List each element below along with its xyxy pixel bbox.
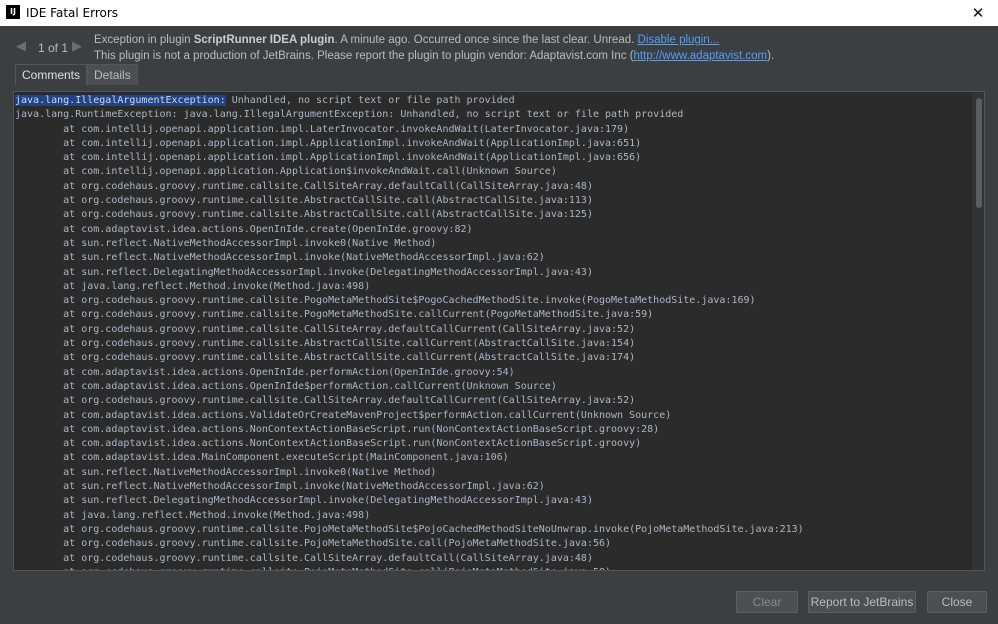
vendor-website-link[interactable]: http://www.adaptavist.com — [634, 50, 768, 62]
stack-trace-text[interactable]: java.lang.IllegalArgumentException: Unha… — [14, 94, 970, 570]
trace-line: at com.adaptavist.idea.actions.NonContex… — [15, 438, 642, 450]
trace-line: at sun.reflect.DelegatingMethodAccessorI… — [15, 495, 593, 507]
plugin-name: ScriptRunner IDEA plugin — [193, 34, 335, 46]
error-summary-suffix: . A minute ago. Occurred once since the … — [334, 34, 638, 46]
trace-line: at com.adaptavist.idea.MainComponent.exe… — [15, 452, 509, 464]
stack-trace-panel[interactable]: java.lang.IllegalArgumentException: Unha… — [13, 91, 985, 571]
trace-line: at sun.reflect.NativeMethodAccessorImpl.… — [15, 237, 437, 249]
next-error-arrow-icon[interactable]: ▶ — [72, 40, 82, 54]
selected-exception-text[interactable]: java.lang.IllegalArgumentException: — [15, 95, 226, 106]
clear-button[interactable]: Clear — [736, 591, 798, 613]
trace-line: at org.codehaus.groovy.runtime.callsite.… — [15, 323, 636, 335]
detail-tabs: Comments Details — [15, 64, 138, 85]
title-bar: IJ IDE Fatal Errors ✕ — [0, 0, 998, 26]
vendor-info-prefix: This plugin is not a production of JetBr… — [94, 50, 634, 62]
trace-line: at com.intellij.openapi.application.impl… — [15, 152, 642, 164]
trace-line: at org.codehaus.groovy.runtime.callsite.… — [15, 309, 654, 321]
tab-details[interactable]: Details — [87, 64, 138, 85]
vertical-scrollbar[interactable] — [972, 92, 984, 570]
trace-line: at org.codehaus.groovy.runtime.callsite.… — [15, 195, 593, 207]
trace-line: at java.lang.reflect.Method.invoke(Metho… — [15, 280, 371, 292]
error-counter: 1 of 1 — [38, 41, 69, 55]
trace-line: at com.adaptavist.idea.actions.OpenInIde… — [15, 223, 473, 235]
trace-line: at com.adaptavist.idea.actions.OpenInIde… — [15, 380, 557, 392]
exception-message: Unhandled, no script text or file path p… — [225, 95, 515, 106]
scrollbar-thumb[interactable] — [976, 98, 982, 208]
window-title: IDE Fatal Errors — [26, 6, 119, 20]
report-to-jetbrains-button[interactable]: Report to JetBrains — [808, 591, 916, 613]
trace-line: at org.codehaus.groovy.runtime.callsite.… — [15, 338, 636, 350]
tab-comments[interactable]: Comments — [15, 64, 88, 85]
intellij-app-icon: IJ — [6, 5, 20, 19]
trace-line: at com.adaptavist.idea.actions.NonContex… — [15, 423, 660, 435]
trace-line: at com.intellij.openapi.application.impl… — [15, 123, 630, 135]
trace-line: at com.intellij.openapi.application.impl… — [15, 137, 642, 149]
trace-line: at sun.reflect.DelegatingMethodAccessorI… — [15, 266, 593, 278]
trace-line: at org.codehaus.groovy.runtime.callsite.… — [15, 538, 612, 550]
trace-line: java.lang.RuntimeException: java.lang.Il… — [15, 109, 684, 121]
vendor-info-line: This plugin is not a production of JetBr… — [94, 50, 774, 62]
trace-line: at sun.reflect.NativeMethodAccessorImpl.… — [15, 481, 545, 493]
trace-line: at com.intellij.openapi.application.Appl… — [15, 166, 557, 178]
disable-plugin-link[interactable]: Disable plugin... — [638, 34, 720, 46]
close-button[interactable]: Close — [927, 591, 987, 613]
trace-line: at org.codehaus.groovy.runtime.callsite.… — [15, 552, 593, 564]
vendor-info-suffix: ). — [767, 50, 775, 62]
trace-line: at java.lang.reflect.Method.invoke(Metho… — [15, 509, 371, 521]
trace-line: java.lang.IllegalArgumentException: Unha… — [15, 94, 970, 108]
trace-line: at org.codehaus.groovy.runtime.callsite.… — [15, 180, 593, 192]
trace-line: at org.codehaus.groovy.runtime.callsite.… — [15, 395, 636, 407]
trace-line: at org.codehaus.groovy.runtime.callsite.… — [15, 352, 636, 364]
trace-line: at org.codehaus.groovy.runtime.callsite.… — [15, 566, 970, 570]
trace-line: at org.codehaus.groovy.runtime.callsite.… — [15, 523, 804, 535]
trace-line: at org.codehaus.groovy.runtime.callsite.… — [15, 295, 756, 307]
error-summary-line: Exception in plugin ScriptRunner IDEA pl… — [94, 34, 719, 46]
window-close-icon[interactable]: ✕ — [968, 3, 988, 23]
trace-line: at com.adaptavist.idea.actions.ValidateO… — [15, 409, 672, 421]
previous-error-arrow-icon[interactable]: ◀ — [16, 40, 26, 54]
trace-line: at sun.reflect.NativeMethodAccessorImpl.… — [15, 466, 437, 478]
trace-line: at org.codehaus.groovy.runtime.callsite.… — [15, 209, 593, 221]
trace-line: at com.adaptavist.idea.actions.OpenInIde… — [15, 366, 515, 378]
error-summary-prefix: Exception in plugin — [94, 34, 194, 46]
trace-line: at sun.reflect.NativeMethodAccessorImpl.… — [15, 252, 545, 264]
